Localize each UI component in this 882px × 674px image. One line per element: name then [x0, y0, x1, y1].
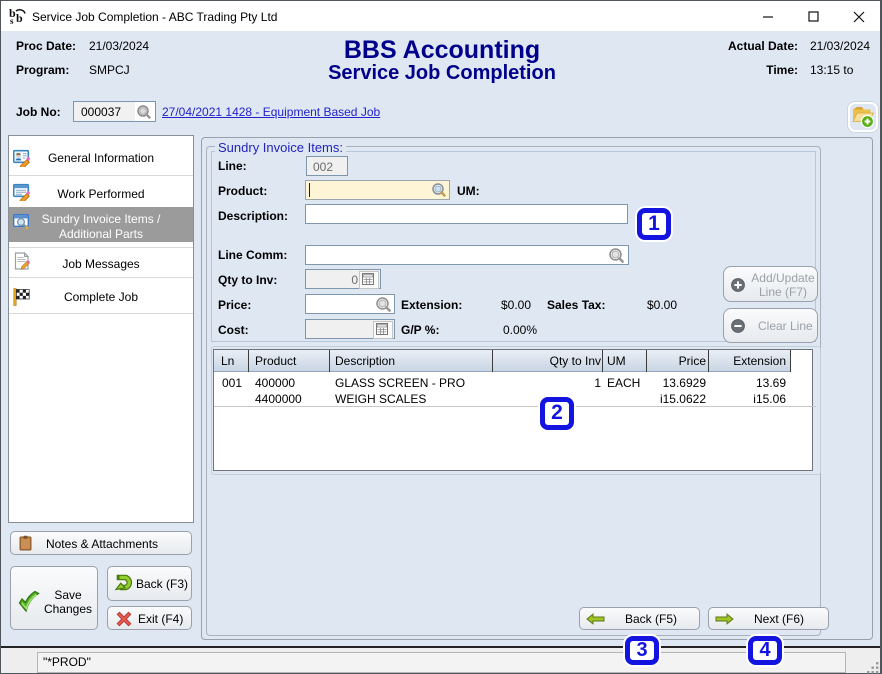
svg-text:s: s [10, 16, 14, 25]
svg-text:b: b [16, 11, 23, 25]
